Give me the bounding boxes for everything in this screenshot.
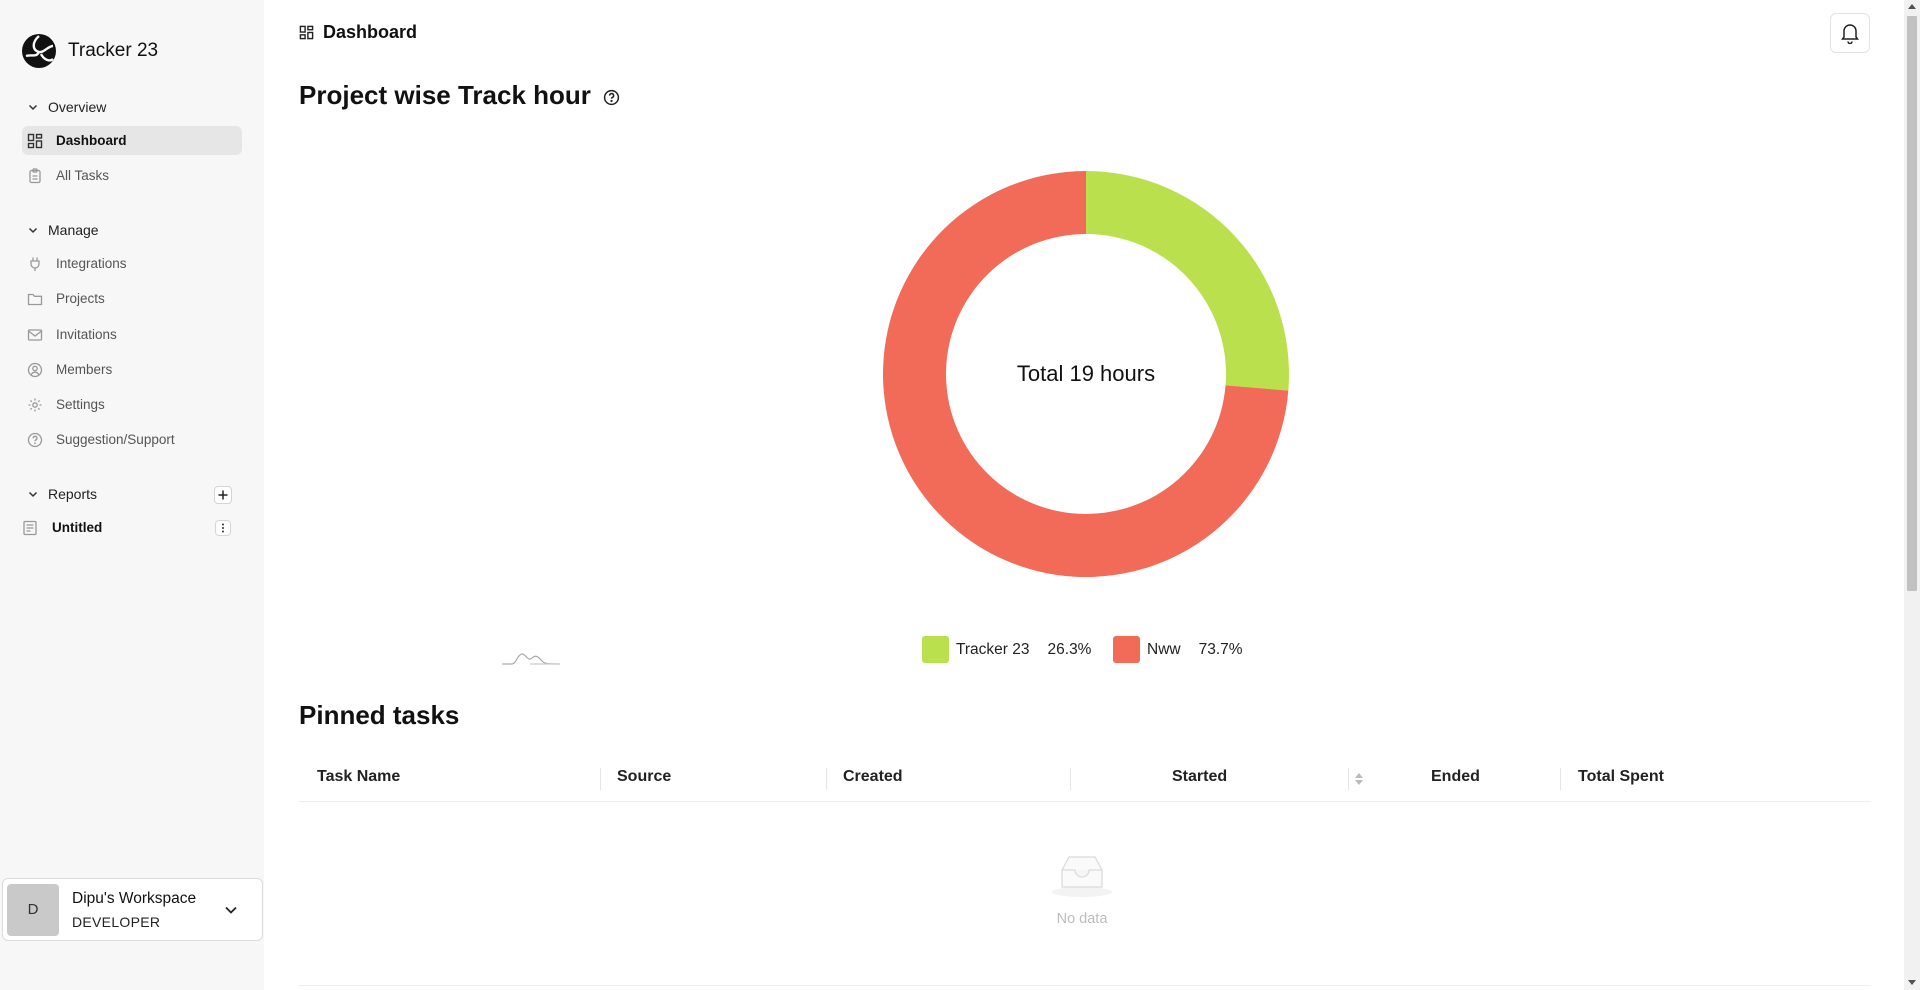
clipboard-icon bbox=[29, 167, 41, 183]
empty-inbox-icon bbox=[1052, 856, 1112, 897]
chart-center-label: Total 19 hours bbox=[1017, 361, 1155, 386]
column-started[interactable]: Started bbox=[1172, 752, 1227, 802]
column-task-name[interactable]: Task Name bbox=[317, 752, 400, 802]
column-created[interactable]: Created bbox=[843, 752, 903, 802]
scroll-down-arrow[interactable] bbox=[1908, 980, 1916, 985]
column-ended[interactable]: Ended bbox=[1431, 752, 1480, 802]
legend-label: Tracker 23 bbox=[956, 640, 1030, 658]
gear-icon bbox=[28, 398, 42, 411]
workspace-name: Dipu's Workspace bbox=[72, 889, 197, 907]
page-scrollbar[interactable] bbox=[1904, 0, 1920, 990]
sidebar-item-members[interactable]: Members bbox=[22, 355, 242, 384]
sidebar-item-label: Members bbox=[56, 362, 113, 377]
chart-heading: Project wise Track hour bbox=[299, 80, 620, 111]
chevron-down-icon bbox=[28, 104, 38, 111]
help-circle-icon[interactable] bbox=[603, 89, 620, 106]
chevron-down-icon bbox=[28, 227, 38, 234]
notifications-button[interactable] bbox=[1830, 13, 1870, 53]
legend-item-tracker23[interactable]: Tracker 23 26.3% bbox=[922, 636, 1091, 663]
mail-icon bbox=[27, 328, 43, 341]
sidebar-item-label: All Tasks bbox=[56, 168, 110, 183]
dashboard-icon bbox=[27, 133, 43, 148]
sidebar-item-label: Dashboard bbox=[56, 133, 127, 148]
tracker-logo-icon bbox=[22, 34, 56, 68]
sidebar-item-all-tasks[interactable]: All Tasks bbox=[22, 161, 242, 190]
workspace-role: DEVELOPER bbox=[72, 913, 161, 930]
sort-icon[interactable] bbox=[1354, 771, 1364, 787]
sidebar-item-integrations[interactable]: Integrations bbox=[22, 249, 242, 278]
sidebar-item-label: Integrations bbox=[56, 256, 127, 271]
legend-swatch bbox=[1113, 636, 1140, 663]
page-title: Dashboard bbox=[323, 22, 418, 42]
sidebar-item-suggestion-support[interactable]: Suggestion/Support bbox=[22, 425, 242, 454]
sidebar-item-label: Settings bbox=[56, 397, 105, 412]
legend-percent: 26.3% bbox=[1047, 640, 1092, 658]
user-circle-icon bbox=[27, 362, 43, 377]
donut-slice-tracker-23[interactable] bbox=[1086, 171, 1289, 391]
help-circle-icon bbox=[27, 432, 43, 447]
add-report-button[interactable] bbox=[214, 486, 232, 504]
chevron-down-icon[interactable] bbox=[222, 901, 240, 919]
section-overview-label: Overview bbox=[48, 99, 107, 115]
legend-percent: 73.7% bbox=[1198, 640, 1243, 658]
legend-item-nww[interactable]: Nww 73.7% bbox=[1113, 636, 1243, 663]
pinned-tasks-table-header: Task Name Source Created Started Ended T… bbox=[299, 752, 1871, 802]
main-content: Dashboard Project wise Track hour Total … bbox=[264, 0, 1904, 990]
donut-chart: Total 19 hours bbox=[882, 171, 1289, 577]
plus-icon bbox=[218, 490, 228, 500]
section-manage-label: Manage bbox=[48, 222, 99, 238]
empty-text: No data bbox=[1056, 911, 1108, 927]
sidebar-item-settings[interactable]: Settings bbox=[22, 390, 242, 419]
folder-icon bbox=[27, 293, 43, 305]
sidebar-item-dashboard[interactable]: Dashboard bbox=[22, 126, 242, 155]
report-menu-button[interactable] bbox=[215, 520, 231, 536]
breadcrumb: Dashboard bbox=[299, 22, 417, 43]
avatar: D bbox=[7, 883, 59, 936]
plug-icon bbox=[30, 257, 40, 271]
report-icon bbox=[23, 520, 37, 535]
kebab-icon bbox=[222, 523, 224, 533]
workspace-switcher[interactable]: D Dipu's Workspace DEVELOPER bbox=[2, 878, 263, 941]
bell-icon bbox=[1841, 24, 1859, 44]
column-source[interactable]: Source bbox=[617, 752, 671, 802]
legend-label: Nww bbox=[1147, 640, 1181, 658]
brand[interactable]: Tracker 23 bbox=[20, 32, 158, 70]
sidebar-item-invitations[interactable]: Invitations bbox=[22, 320, 242, 349]
sidebar: Tracker 23 Overview Dashboard All Tasks … bbox=[0, 0, 264, 990]
legend-swatch bbox=[922, 636, 949, 663]
dashboard-icon bbox=[299, 25, 314, 40]
sidebar-item-label: Suggestion/Support bbox=[56, 432, 175, 447]
loading-sparkline-icon bbox=[502, 653, 561, 665]
column-total-spent[interactable]: Total Spent bbox=[1578, 752, 1664, 802]
scroll-up-arrow[interactable] bbox=[1908, 4, 1916, 9]
sidebar-item-projects[interactable]: Projects bbox=[22, 284, 242, 313]
chart-title: Project wise Track hour bbox=[299, 80, 591, 110]
divider bbox=[299, 985, 1871, 986]
chevron-down-icon bbox=[28, 491, 38, 498]
sidebar-item-report-untitled[interactable]: Untitled bbox=[22, 513, 242, 542]
app-name: Tracker 23 bbox=[68, 40, 159, 61]
section-reports-label: Reports bbox=[48, 486, 98, 502]
scroll-thumb[interactable] bbox=[1907, 16, 1917, 591]
section-reports[interactable]: Reports bbox=[26, 484, 97, 504]
section-overview[interactable]: Overview bbox=[26, 97, 106, 117]
section-manage[interactable]: Manage bbox=[26, 220, 99, 240]
pinned-tasks-title: Pinned tasks bbox=[299, 700, 460, 730]
sidebar-item-label: Untitled bbox=[52, 520, 103, 535]
sidebar-item-label: Projects bbox=[56, 291, 105, 306]
sidebar-item-label: Invitations bbox=[56, 327, 117, 342]
